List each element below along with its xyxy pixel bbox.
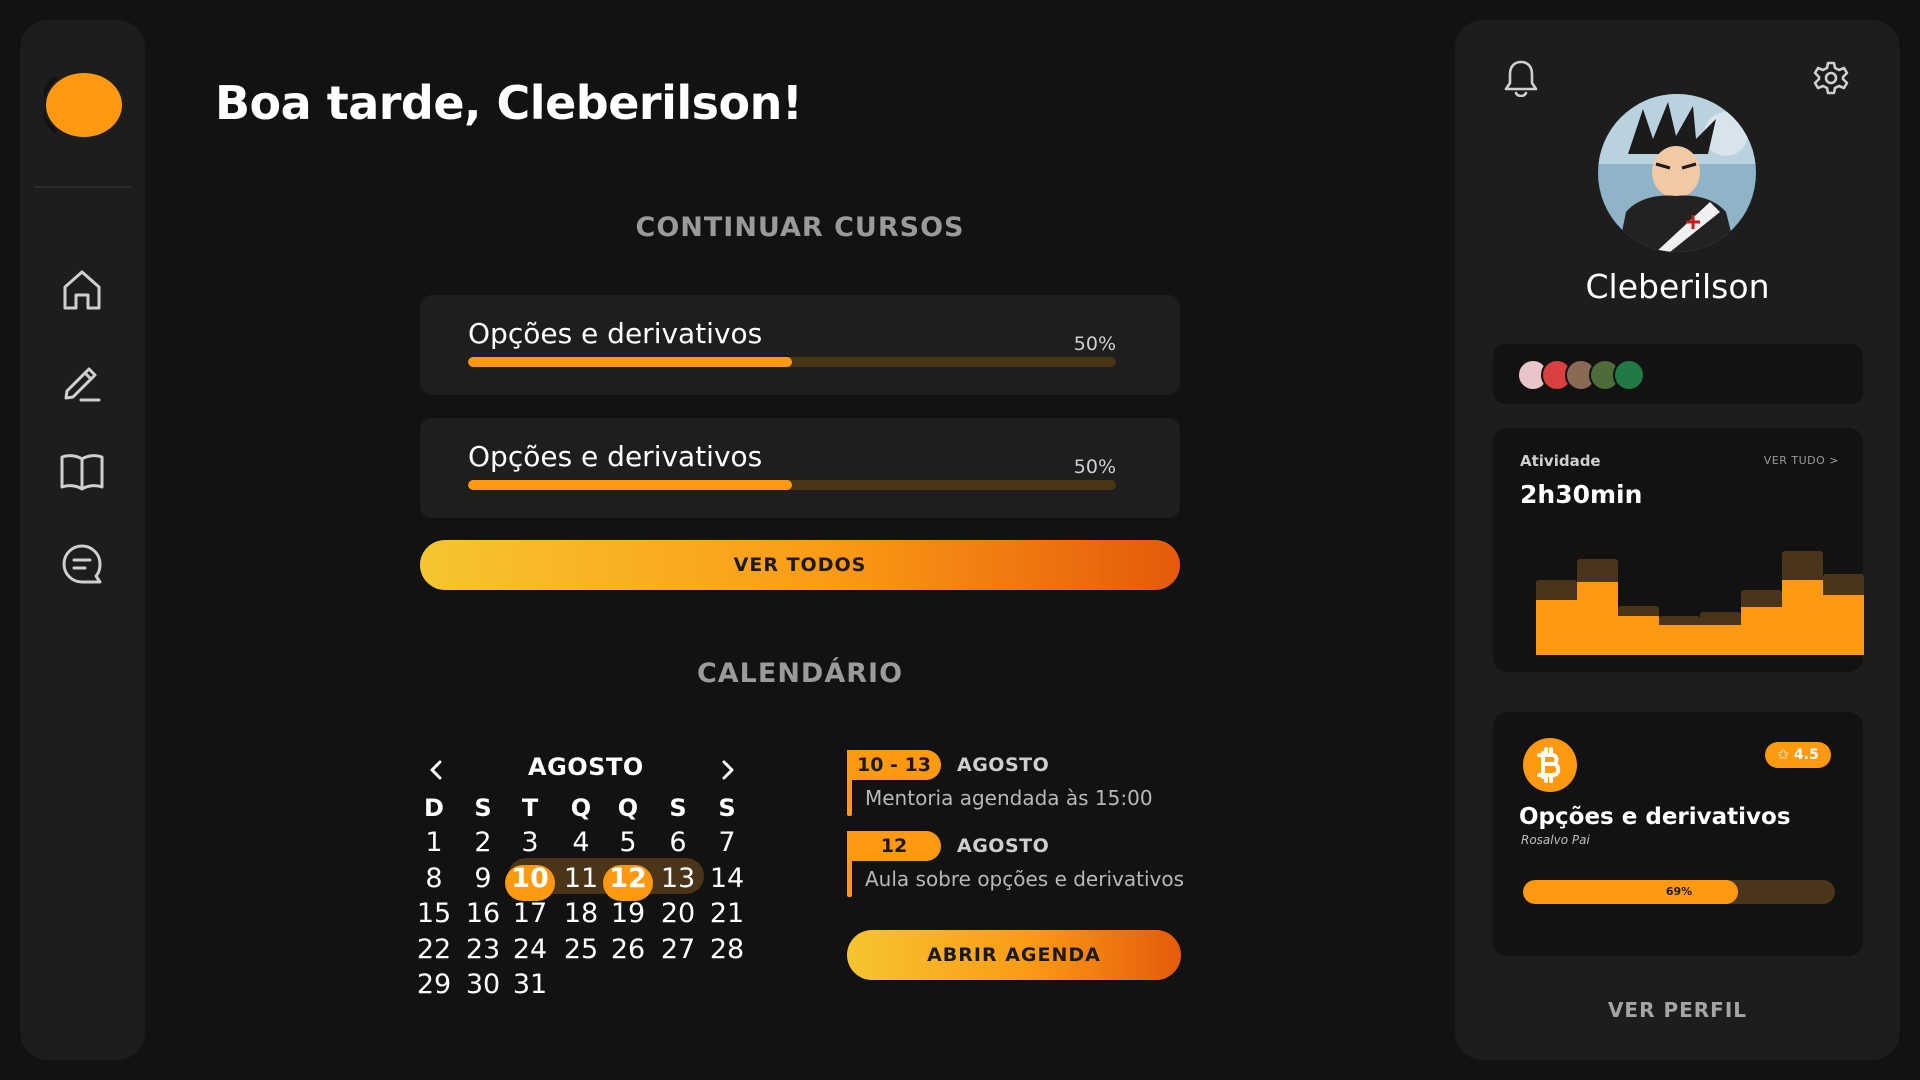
calendar-day[interactable]: 6 bbox=[656, 827, 700, 858]
course-card[interactable]: Opções e derivativos 50% bbox=[420, 418, 1180, 518]
event-month: AGOSTO bbox=[957, 754, 1050, 776]
activity-bar-done bbox=[1536, 600, 1577, 655]
prev-month-icon[interactable] bbox=[424, 756, 448, 784]
featured-course-progress-label: 69% bbox=[1665, 885, 1693, 898]
calendar-day[interactable]: 14 bbox=[705, 863, 749, 894]
calendar-day[interactable]: 2 bbox=[461, 827, 505, 858]
activity-bar-done bbox=[1823, 595, 1864, 655]
calendar-day[interactable]: 7 bbox=[705, 827, 749, 858]
calendar-day[interactable]: 5 bbox=[606, 827, 650, 858]
book-icon[interactable] bbox=[58, 448, 106, 496]
activity-card: Atividade VER TUDO > 2h30min bbox=[1493, 428, 1864, 672]
edit-icon[interactable] bbox=[58, 358, 106, 406]
activity-bar-done bbox=[1659, 625, 1700, 655]
friend-avatar[interactable] bbox=[1613, 359, 1645, 391]
course-card[interactable]: Opções e derivativos 50% bbox=[420, 295, 1180, 395]
weekday-header: D bbox=[424, 794, 444, 822]
calendar-day[interactable]: 16 bbox=[461, 898, 505, 929]
calendar-day[interactable]: 18 bbox=[559, 898, 603, 929]
course-progress-bar bbox=[468, 480, 1116, 490]
bitcoin-icon bbox=[1523, 738, 1577, 792]
course-progress-label: 50% bbox=[1073, 456, 1116, 478]
view-profile-link[interactable]: VER PERFIL bbox=[1455, 998, 1900, 1022]
courses-section-title: CONTINUAR CURSOS bbox=[635, 212, 965, 243]
logo[interactable] bbox=[39, 70, 124, 140]
calendar-day[interactable]: 29 bbox=[412, 969, 456, 1000]
course-progress-bar bbox=[468, 357, 1116, 367]
course-progress-fill bbox=[468, 480, 792, 490]
activity-bar-done bbox=[1618, 616, 1659, 655]
activity-bar-done bbox=[1782, 580, 1823, 655]
activity-value: 2h30min bbox=[1520, 480, 1643, 509]
calendar-day[interactable]: 27 bbox=[656, 934, 700, 965]
weekday-header: T bbox=[521, 794, 539, 822]
home-icon[interactable] bbox=[58, 266, 106, 314]
activity-title: Atividade bbox=[1520, 452, 1601, 470]
course-progress-label: 50% bbox=[1073, 333, 1116, 355]
activity-bar-done bbox=[1700, 625, 1741, 655]
chat-icon[interactable] bbox=[58, 540, 106, 588]
weekday-header: S bbox=[474, 794, 492, 822]
calendar-day[interactable]: 23 bbox=[461, 934, 505, 965]
calendar-title: CALENDÁRIO bbox=[696, 658, 904, 689]
greeting: Boa tarde, Cleberilson! bbox=[215, 76, 803, 130]
course-name: Opções e derivativos bbox=[468, 317, 763, 350]
calendar-day[interactable]: 1 bbox=[412, 827, 456, 858]
rating-badge: ✩ 4.5 bbox=[1765, 742, 1831, 768]
sidebar-divider bbox=[34, 186, 131, 188]
calendar-day[interactable]: 15 bbox=[412, 898, 456, 929]
calendar-day[interactable]: 8 bbox=[412, 863, 456, 894]
weekday-header: S bbox=[718, 794, 736, 822]
activity-bar-done bbox=[1741, 607, 1782, 655]
calendar-day[interactable]: 10 bbox=[508, 863, 552, 894]
calendar-day[interactable]: 26 bbox=[606, 934, 650, 965]
calendar-day[interactable]: 11 bbox=[559, 863, 603, 894]
event-description: Mentoria agendada às 15:00 bbox=[865, 786, 1153, 810]
weekday-header: S bbox=[669, 794, 687, 822]
calendar-day[interactable]: 28 bbox=[705, 934, 749, 965]
weekday-header: Q bbox=[617, 794, 639, 822]
calendar-day[interactable]: 31 bbox=[508, 969, 552, 1000]
see-all-courses-button[interactable]: VER TODOS bbox=[420, 540, 1180, 590]
calendar-day[interactable]: 13 bbox=[656, 863, 700, 894]
course-progress-fill bbox=[468, 357, 792, 367]
next-month-icon[interactable] bbox=[716, 756, 740, 784]
featured-course-progress-bar: 69% bbox=[1523, 880, 1835, 904]
event-date-badge: 12 bbox=[847, 831, 941, 861]
event-description: Aula sobre opções e derivativos bbox=[865, 867, 1184, 891]
profile-panel: Cleberilson Atividade VER TUDO > 2h30min… bbox=[1455, 20, 1900, 1060]
friends-list[interactable] bbox=[1493, 344, 1863, 404]
calendar-day[interactable]: 30 bbox=[461, 969, 505, 1000]
calendar-month: AGOSTO bbox=[528, 753, 644, 781]
featured-course-author: Rosalvo Pai bbox=[1521, 833, 1590, 847]
event-date-badge: 10 - 13 bbox=[847, 750, 941, 780]
activity-bar-done bbox=[1577, 582, 1618, 655]
calendar-day[interactable]: 24 bbox=[508, 934, 552, 965]
calendar-day[interactable]: 25 bbox=[559, 934, 603, 965]
gear-icon[interactable] bbox=[1811, 58, 1851, 98]
featured-course-title: Opções e derivativos bbox=[1519, 804, 1791, 830]
calendar-day[interactable]: 3 bbox=[508, 827, 552, 858]
calendar-day[interactable]: 9 bbox=[461, 863, 505, 894]
calendar-day[interactable]: 19 bbox=[606, 898, 650, 929]
calendar-day[interactable]: 20 bbox=[656, 898, 700, 929]
activity-see-all-link[interactable]: VER TUDO > bbox=[1764, 454, 1839, 467]
featured-course-card[interactable]: ✩ 4.5 Opções e derivativos Rosalvo Pai 6… bbox=[1493, 712, 1863, 956]
bell-icon[interactable] bbox=[1501, 58, 1541, 98]
profile-name: Cleberilson bbox=[1585, 267, 1770, 306]
calendar-day[interactable]: 4 bbox=[559, 827, 603, 858]
sidebar bbox=[20, 20, 145, 1060]
event-month: AGOSTO bbox=[957, 835, 1050, 857]
open-agenda-button[interactable]: ABRIR AGENDA bbox=[847, 930, 1181, 980]
avatar[interactable] bbox=[1598, 94, 1756, 252]
weekday-header: Q bbox=[570, 794, 592, 822]
calendar-day[interactable]: 21 bbox=[705, 898, 749, 929]
calendar-day[interactable]: 12 bbox=[606, 863, 650, 894]
calendar-day[interactable]: 22 bbox=[412, 934, 456, 965]
calendar-day[interactable]: 17 bbox=[508, 898, 552, 929]
course-name: Opções e derivativos bbox=[468, 440, 763, 473]
